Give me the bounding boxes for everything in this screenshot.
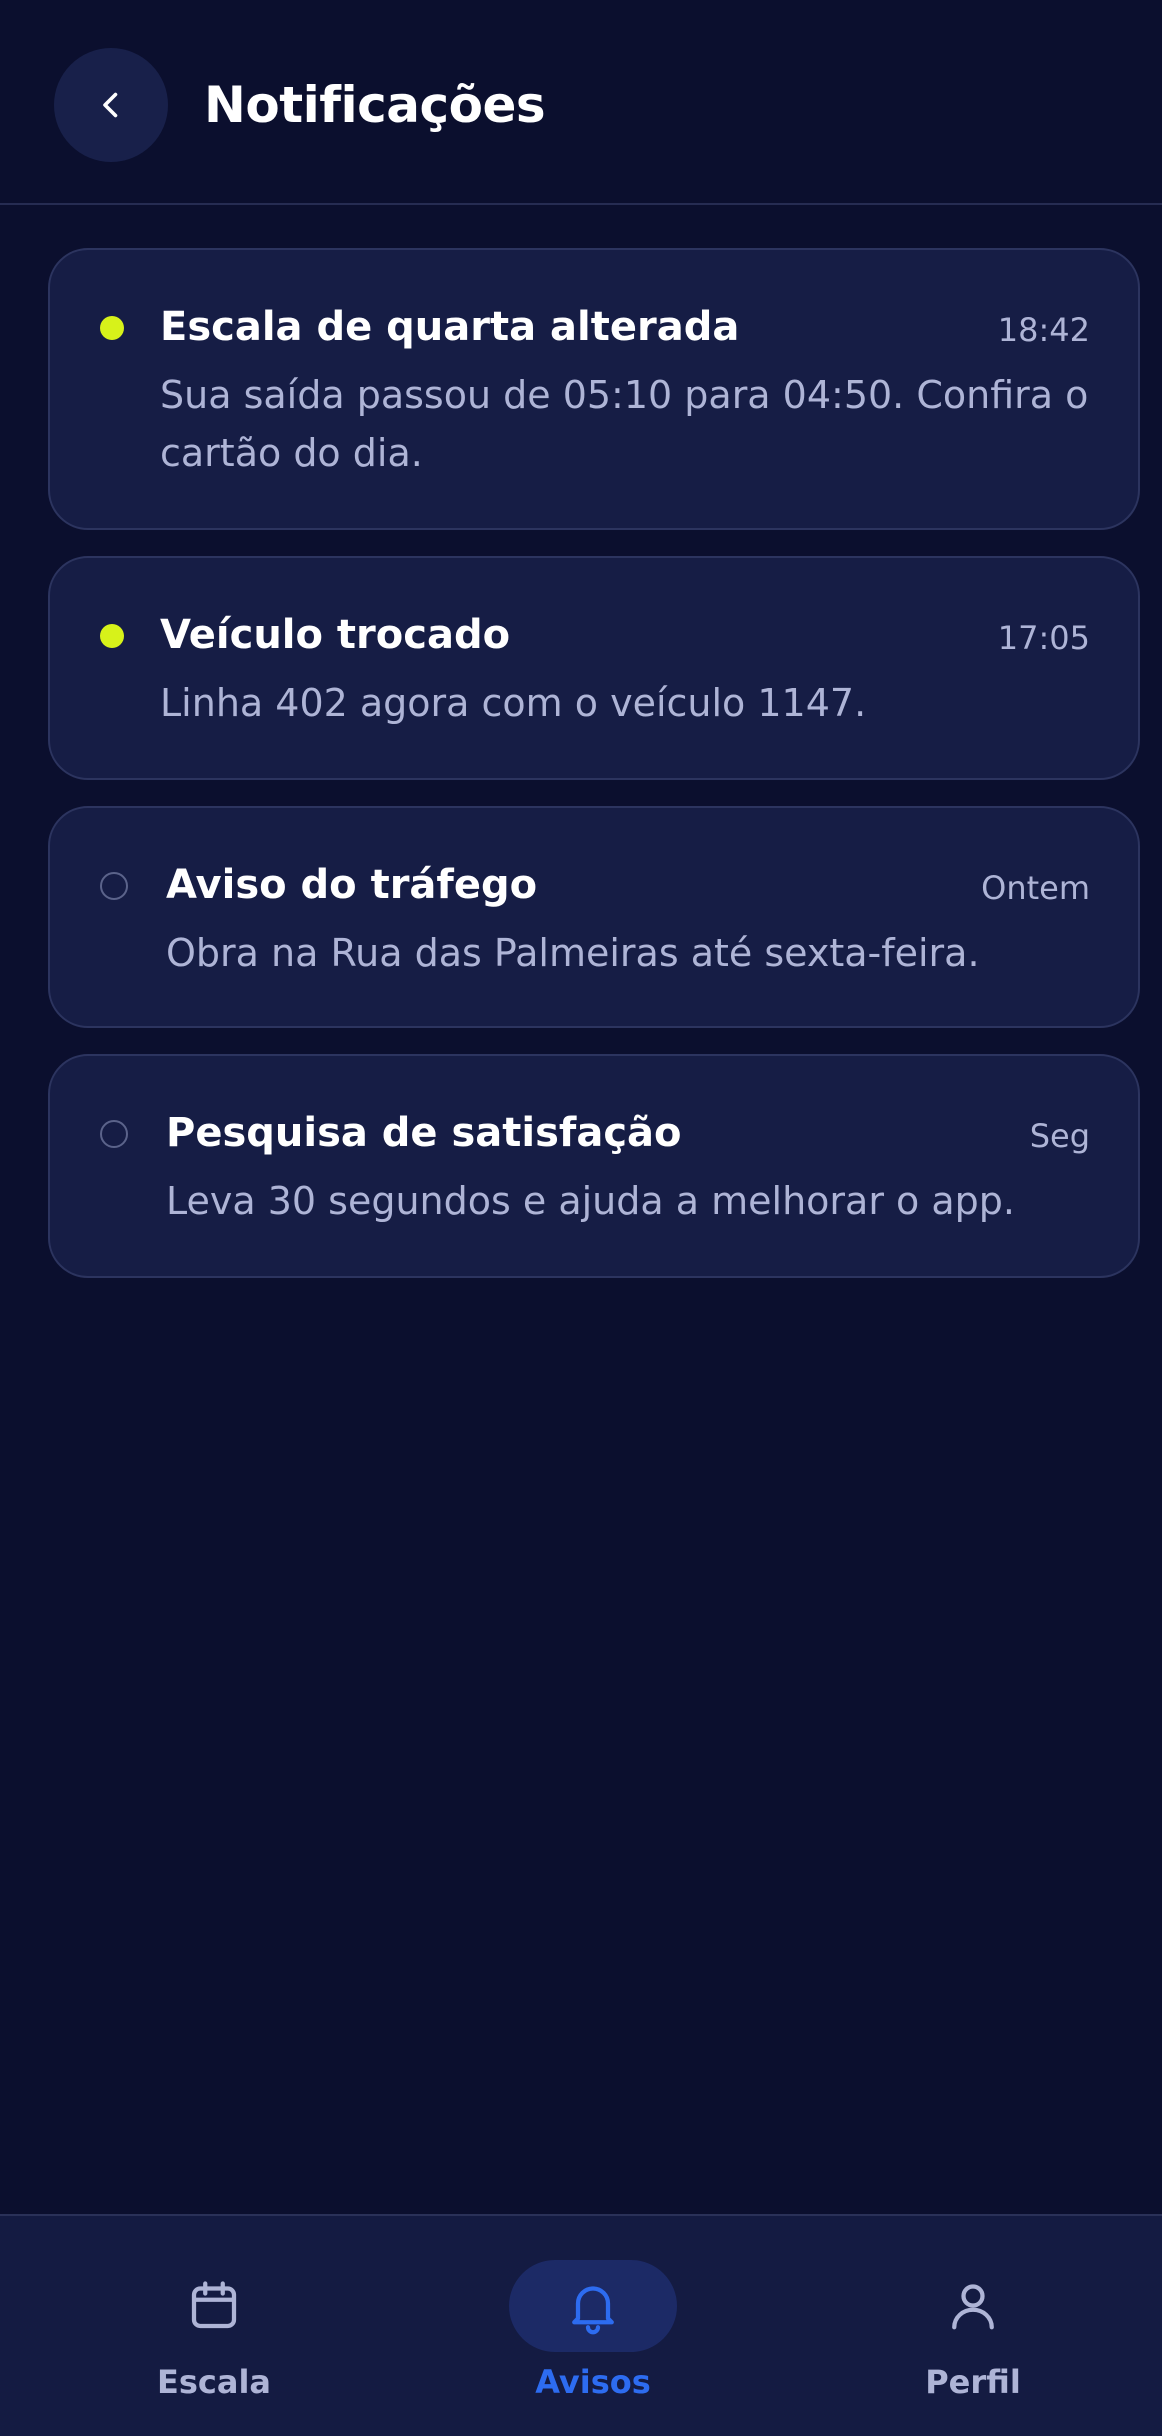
notification-time: 17:05 <box>997 619 1090 657</box>
notification-card[interactable]: Escala de quarta alterada 18:42 Sua saíd… <box>48 248 1140 530</box>
nav-item-avisos[interactable]: Avisos <box>463 2216 723 2436</box>
notification-body: Linha 402 agora com o veículo 1147. <box>160 681 867 725</box>
notification-title: Veículo trocado <box>160 612 511 658</box>
unread-dot-icon <box>100 316 124 340</box>
header: Notificações <box>0 0 1162 205</box>
nav-icon-container <box>509 2260 677 2352</box>
bell-icon <box>572 2286 614 2335</box>
notification-body: Leva 30 segundos e ajuda a melhorar o ap… <box>166 1179 1015 1223</box>
nav-icon-container <box>889 2260 1057 2352</box>
notification-time: Seg <box>1029 1117 1090 1155</box>
user-icon <box>952 2284 994 2330</box>
notification-body: Sua saída passou de 05:10 para 04:50. Co… <box>160 373 1089 475</box>
notification-list: Escala de quarta alterada 18:42 Sua saíd… <box>48 248 1140 1304</box>
nav-label: Perfil <box>925 2363 1021 2401</box>
notification-card[interactable]: Veículo trocado 17:05 Linha 402 agora co… <box>48 556 1140 780</box>
notification-body: Obra na Rua das Palmeiras até sexta-feir… <box>166 931 980 975</box>
chevron-left-icon <box>103 92 118 118</box>
notification-title: Aviso do tráfego <box>166 862 538 908</box>
nav-label: Avisos <box>535 2363 651 2401</box>
page-title: Notificações <box>204 76 546 134</box>
notification-time: 18:42 <box>997 311 1090 349</box>
bottom-nav: Escala Avisos Perfil <box>0 2214 1162 2436</box>
notification-title: Pesquisa de satisfação <box>166 1110 682 1156</box>
nav-item-perfil[interactable]: Perfil <box>843 2216 1103 2436</box>
nav-item-escala[interactable]: Escala <box>84 2216 344 2436</box>
notification-time: Ontem <box>981 869 1090 907</box>
back-button[interactable] <box>54 48 168 162</box>
nav-icon-container <box>130 2260 298 2352</box>
notifications-screen: Notificações Escala de quarta alterada 1… <box>0 0 1162 2436</box>
notification-title: Escala de quarta alterada <box>160 304 740 350</box>
read-dot-icon <box>100 1120 128 1148</box>
calendar-icon <box>191 2281 237 2329</box>
nav-label: Escala <box>156 2363 272 2401</box>
notification-card[interactable]: Aviso do tráfego Ontem Obra na Rua das P… <box>48 806 1140 1028</box>
read-dot-icon <box>100 872 128 900</box>
notification-card[interactable]: Pesquisa de satisfação Seg Leva 30 segun… <box>48 1054 1140 1278</box>
unread-dot-icon <box>100 624 124 648</box>
